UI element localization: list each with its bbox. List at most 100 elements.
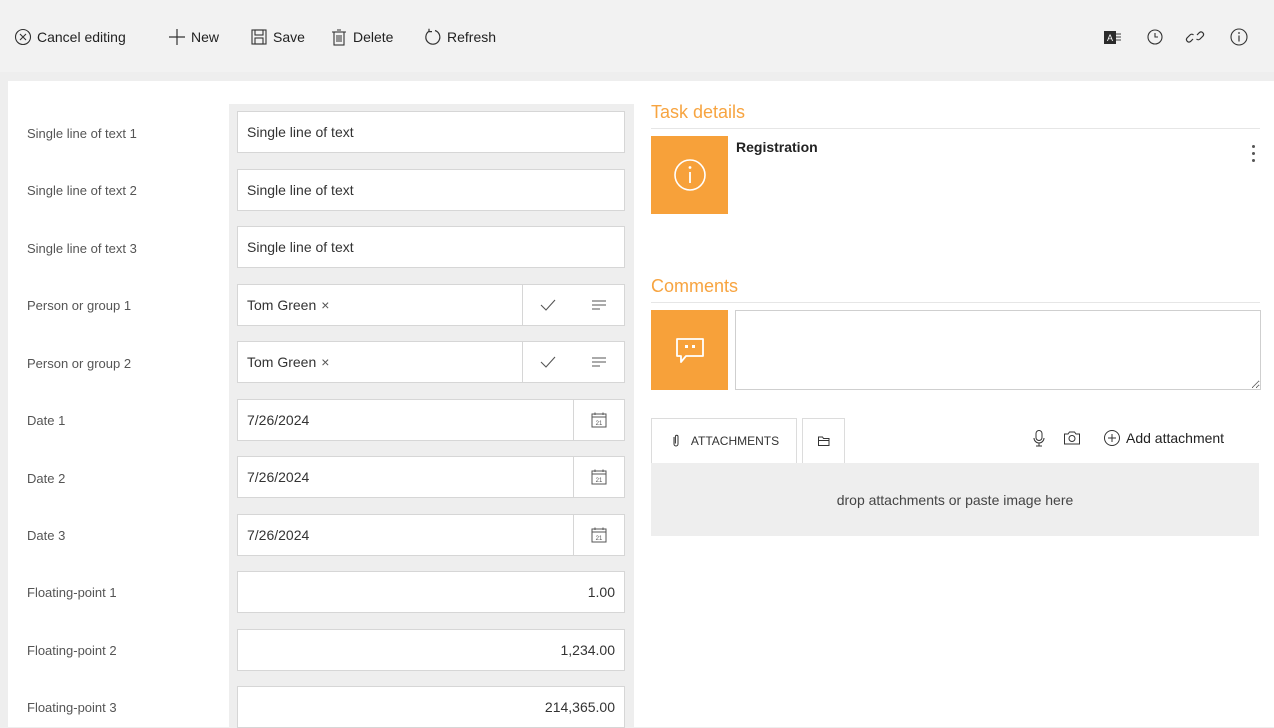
cancel-editing-label: Cancel editing (37, 29, 126, 45)
history-icon[interactable] (1145, 27, 1165, 47)
date-field[interactable]: 7/26/2024 21 (237, 399, 625, 441)
task-info-tile (651, 136, 728, 214)
cancel-editing-button[interactable]: Cancel editing (14, 26, 126, 48)
form-card (8, 81, 1274, 727)
calendar-day-text: 21 (596, 478, 603, 484)
browse-people-button[interactable] (573, 285, 624, 325)
check-names-button[interactable] (522, 342, 573, 382)
task-details-title: Task details (651, 102, 746, 122)
camera-icon (1064, 431, 1080, 445)
refresh-button[interactable]: Refresh (424, 26, 496, 48)
remove-person-icon[interactable]: × (321, 297, 329, 313)
attachment-tabs: ATTACHMENTS (651, 418, 845, 463)
person-token: Tom Green × (238, 297, 522, 313)
text-field[interactable]: Single line of text (237, 111, 625, 153)
comment-tile (651, 310, 728, 390)
field-label: Single line of text 2 (27, 183, 137, 198)
field-label: Date 3 (27, 528, 66, 543)
date-value: 7/26/2024 (247, 527, 310, 543)
microphone-icon (1033, 430, 1045, 447)
delete-button[interactable]: Delete (330, 26, 393, 48)
take-photo-button[interactable] (1063, 428, 1081, 448)
number-value: 1,234.00 (560, 642, 616, 658)
calendar-button[interactable]: 21 (573, 457, 624, 497)
person-token: Tom Green × (238, 354, 522, 370)
number-value: 1.00 (587, 584, 615, 600)
text-field-value: Single line of text (247, 182, 354, 198)
field-label: Single line of text 3 (27, 241, 137, 256)
calendar-icon: 21 (591, 469, 607, 485)
list-lines-icon (591, 357, 606, 367)
svg-text:A: A (1107, 33, 1113, 43)
task-name: Registration (736, 139, 818, 155)
check-names-button[interactable] (522, 285, 573, 325)
comment-input[interactable] (735, 310, 1261, 390)
paperclip-icon (673, 434, 679, 447)
list-lines-icon (591, 300, 606, 310)
save-disk-icon (251, 29, 267, 45)
attachment-drop-zone[interactable]: drop attachments or paste image here (651, 463, 1259, 536)
text-field-value: Single line of text (247, 239, 354, 255)
delete-label: Delete (353, 29, 394, 45)
person-picker[interactable]: Tom Green × (237, 341, 625, 383)
comment-bubble-icon (675, 338, 704, 363)
date-value: 7/26/2024 (247, 412, 310, 428)
tab-attachments[interactable]: ATTACHMENTS (651, 418, 797, 463)
calendar-button[interactable]: 21 (573, 400, 624, 440)
new-button[interactable]: New (168, 26, 219, 48)
field-label: Person or group 1 (27, 298, 132, 313)
command-toolbar: Cancel editing New Save Delete Refresh A (0, 0, 1274, 72)
task-details-divider (651, 128, 1260, 129)
person-name: Tom Green (247, 354, 317, 370)
field-label: Floating-point 1 (27, 585, 117, 600)
comments-divider (651, 302, 1260, 303)
add-attachment-label: Add attachment (1126, 430, 1225, 446)
refresh-icon (425, 28, 441, 45)
more-options-icon[interactable] (1250, 145, 1256, 167)
cancel-circle-icon (14, 28, 32, 46)
folder-icon (817, 436, 829, 446)
tab-folder[interactable] (802, 418, 845, 463)
date-field[interactable]: 7/26/2024 21 (237, 456, 625, 498)
field-label: Date 2 (27, 471, 66, 486)
number-field[interactable]: 214,365.00 (237, 686, 625, 728)
new-label: New (191, 29, 220, 45)
text-field[interactable]: Single line of text (237, 226, 625, 268)
number-field[interactable]: 1.00 (237, 571, 625, 613)
checkmark-icon (540, 356, 556, 368)
plus-icon (169, 29, 185, 45)
info-icon[interactable] (1229, 27, 1249, 47)
text-field-value: Single line of text (247, 124, 354, 140)
calendar-icon: 21 (591, 527, 607, 543)
record-audio-button[interactable] (1030, 428, 1048, 448)
link-icon[interactable] (1185, 27, 1205, 47)
field-label: Floating-point 3 (27, 700, 117, 715)
calendar-icon: 21 (591, 412, 607, 428)
calendar-day-text: 21 (596, 421, 603, 427)
person-name: Tom Green (247, 297, 317, 313)
office-app-icon[interactable]: A (1103, 27, 1123, 47)
number-value: 214,365.00 (544, 699, 615, 715)
remove-person-icon[interactable]: × (321, 354, 329, 370)
attachments-tab-label: ATTACHMENTS (690, 434, 780, 448)
comments-title: Comments (651, 276, 739, 296)
field-label: Person or group 2 (27, 356, 132, 371)
checkmark-icon (540, 299, 556, 311)
person-picker[interactable]: Tom Green × (237, 284, 625, 326)
drop-zone-text: drop attachments or paste image here (836, 491, 1074, 508)
add-circle-icon (1104, 430, 1120, 446)
date-field[interactable]: 7/26/2024 21 (237, 514, 625, 556)
browse-people-button[interactable] (573, 342, 624, 382)
save-label: Save (273, 29, 305, 45)
text-field[interactable]: Single line of text (237, 169, 625, 211)
field-label: Single line of text 1 (27, 126, 137, 141)
field-label: Date 1 (27, 413, 66, 428)
save-button[interactable]: Save (250, 26, 305, 48)
add-attachment-button[interactable]: Add attachment (1103, 428, 1224, 448)
field-label: Floating-point 2 (27, 643, 117, 658)
date-value: 7/26/2024 (247, 469, 310, 485)
calendar-day-text: 21 (596, 536, 603, 542)
number-field[interactable]: 1,234.00 (237, 629, 625, 671)
info-circle-icon (673, 159, 706, 191)
calendar-button[interactable]: 21 (573, 515, 624, 555)
